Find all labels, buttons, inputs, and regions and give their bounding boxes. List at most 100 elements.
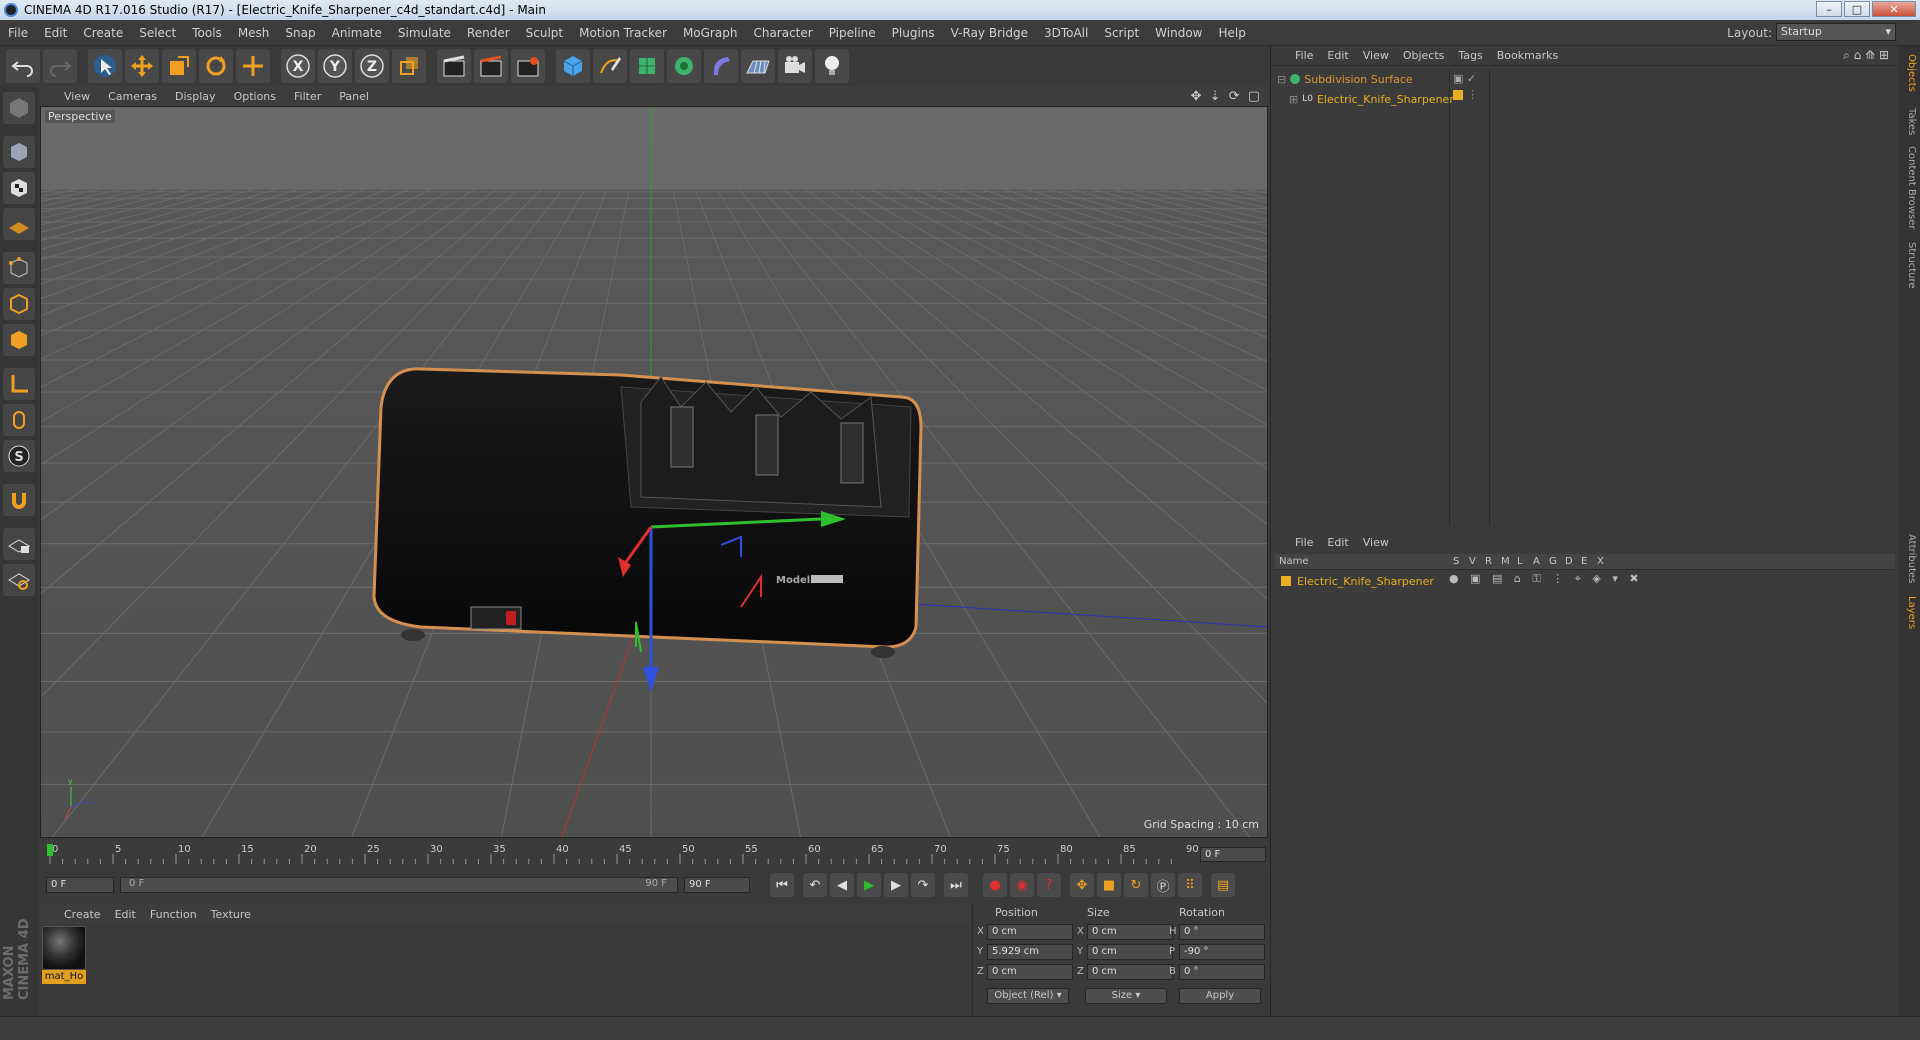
size-z-field[interactable]: 0 cm bbox=[1087, 964, 1173, 980]
play-button[interactable]: ▶ bbox=[857, 873, 881, 897]
rotation-b-field[interactable]: 0 ° bbox=[1179, 964, 1265, 980]
layer-color-icon[interactable] bbox=[1281, 576, 1291, 586]
magnet-button[interactable] bbox=[3, 484, 35, 516]
y-axis-lock-button[interactable]: Y bbox=[318, 49, 352, 83]
menu-file[interactable]: File bbox=[0, 26, 36, 40]
add-spline-button[interactable] bbox=[593, 49, 627, 83]
visibility-dots-icon[interactable]: ⋮ bbox=[1467, 88, 1478, 101]
undo-button[interactable] bbox=[6, 49, 40, 83]
add-mograph-button[interactable] bbox=[667, 49, 701, 83]
render-picture-viewer-button[interactable] bbox=[474, 49, 508, 83]
object-row-electric-knife-sharpener[interactable]: ⊞ L0 Electric_Knife_Sharpener bbox=[1289, 90, 1454, 108]
menu-pipeline[interactable]: Pipeline bbox=[821, 26, 884, 40]
menu-mograph[interactable]: MoGraph bbox=[675, 26, 746, 40]
viewport-nav-icons[interactable]: ✥ ⇣ ⟳ ▢ bbox=[1191, 89, 1262, 104]
material-menu-create[interactable]: Create bbox=[64, 908, 101, 921]
menu-create[interactable]: Create bbox=[75, 26, 131, 40]
menu-plugins[interactable]: Plugins bbox=[884, 26, 943, 40]
layers-menu-file[interactable]: File bbox=[1295, 536, 1313, 549]
menu-3dtoall[interactable]: 3DToAll bbox=[1036, 26, 1096, 40]
timeline-end-field[interactable]: 0 F bbox=[1200, 847, 1266, 862]
transform-tool-button[interactable] bbox=[236, 49, 270, 83]
preview-range-slider[interactable]: 0 F 90 F bbox=[120, 877, 678, 893]
menu-motion-tracker[interactable]: Motion Tracker bbox=[571, 26, 675, 40]
layer-color-swatch[interactable] bbox=[1453, 90, 1463, 100]
visibility-toggle-icon[interactable]: ▣ ✓ bbox=[1453, 72, 1476, 85]
make-editable-button[interactable] bbox=[3, 92, 35, 124]
edges-mode-button[interactable] bbox=[3, 288, 35, 320]
tweak-mode-button[interactable] bbox=[3, 404, 35, 436]
tab-layers[interactable]: Layers bbox=[1901, 596, 1917, 629]
go-to-start-button[interactable]: ⏮ bbox=[770, 873, 794, 897]
material-name[interactable]: mat_Ho bbox=[42, 970, 86, 984]
object-row-subdivision-surface[interactable]: ⊟ Subdivision Surface bbox=[1277, 70, 1413, 88]
viewport-menu-display[interactable]: Display bbox=[175, 90, 216, 103]
object-name-subdivision-surface[interactable]: Subdivision Surface bbox=[1304, 73, 1412, 86]
keyframe-selection-button[interactable]: ? bbox=[1037, 873, 1061, 897]
tab-content-browser[interactable]: Content Browser bbox=[1901, 146, 1917, 229]
tab-structure[interactable]: Structure bbox=[1901, 242, 1917, 289]
add-light-button[interactable] bbox=[815, 49, 849, 83]
tab-attributes[interactable]: Attributes bbox=[1901, 534, 1917, 583]
tab-objects[interactable]: Objects bbox=[1901, 54, 1917, 92]
lock-workplane-button[interactable] bbox=[3, 528, 35, 560]
menu-window[interactable]: Window bbox=[1147, 26, 1210, 40]
layout-dropdown[interactable]: Startup ▾ bbox=[1776, 23, 1896, 41]
timeline-ruler[interactable]: 0 5 10 15 20 25 30 35 40 45 50 55 60 65 70 75 80 85 90 bbox=[40, 840, 1268, 868]
timeline-window-button[interactable]: ▤ bbox=[1211, 873, 1235, 897]
position-z-field[interactable]: 0 cm bbox=[987, 964, 1073, 980]
previous-frame-button[interactable]: ◀ bbox=[830, 873, 854, 897]
model-mode-button[interactable] bbox=[3, 136, 35, 168]
next-key-button[interactable]: ↷ bbox=[911, 873, 935, 897]
viewport-menu-panel[interactable]: Panel bbox=[339, 90, 369, 103]
maximize-button[interactable]: □ bbox=[1844, 1, 1870, 17]
objects-menu-bookmarks[interactable]: Bookmarks bbox=[1497, 49, 1558, 62]
go-to-end-button[interactable]: ⏭ bbox=[944, 873, 968, 897]
menu-snap[interactable]: Snap bbox=[277, 26, 323, 40]
points-mode-button[interactable] bbox=[3, 252, 35, 284]
coordinate-mode-dropdown[interactable]: Object (Rel) ▾ bbox=[987, 988, 1069, 1004]
menu-edit[interactable]: Edit bbox=[36, 26, 75, 40]
expand-icon[interactable]: ⊞ bbox=[1289, 93, 1298, 106]
viewport-menu-cameras[interactable]: Cameras bbox=[108, 90, 157, 103]
material-menu-texture[interactable]: Texture bbox=[211, 908, 251, 921]
key-scale-button[interactable]: ■ bbox=[1097, 873, 1121, 897]
layer-name[interactable]: Electric_Knife_Sharpener bbox=[1297, 575, 1434, 588]
collapse-icon[interactable]: ⊟ bbox=[1277, 73, 1286, 86]
add-generator-button[interactable] bbox=[630, 49, 664, 83]
add-environment-button[interactable] bbox=[741, 49, 775, 83]
add-deformer-button[interactable] bbox=[704, 49, 738, 83]
size-y-field[interactable]: 0 cm bbox=[1087, 944, 1173, 960]
key-parameter-button[interactable]: Ⓟ bbox=[1151, 873, 1175, 897]
render-settings-button[interactable] bbox=[511, 49, 545, 83]
key-position-button[interactable]: ✥ bbox=[1070, 873, 1094, 897]
size-x-field[interactable]: 0 cm bbox=[1087, 924, 1173, 940]
apply-button[interactable]: Apply bbox=[1179, 988, 1261, 1004]
objects-menu-edit[interactable]: Edit bbox=[1327, 49, 1348, 62]
object-name-electric-knife-sharpener[interactable]: Electric_Knife_Sharpener bbox=[1317, 93, 1454, 106]
texture-mode-button[interactable] bbox=[3, 172, 35, 204]
3d-viewport[interactable]: Model y z Perspective Grid Spacing : 10 … bbox=[40, 106, 1268, 838]
snap-button[interactable]: S bbox=[3, 440, 35, 472]
record-keys-button[interactable]: ● bbox=[983, 873, 1007, 897]
z-axis-lock-button[interactable]: Z bbox=[355, 49, 389, 83]
next-frame-button[interactable]: ▶ bbox=[884, 873, 908, 897]
objects-menu-tags[interactable]: Tags bbox=[1458, 49, 1482, 62]
scale-tool-button[interactable] bbox=[162, 49, 196, 83]
layer-toggle-icons[interactable]: ● ▣ ▤ ⌂ ⚿ ⋮ ⌖ ◈ ▾ ✖ bbox=[1449, 572, 1643, 586]
rotation-p-field[interactable]: -90 ° bbox=[1179, 944, 1265, 960]
menu-select[interactable]: Select bbox=[131, 26, 184, 40]
live-selection-button[interactable] bbox=[88, 49, 122, 83]
menu-vray-bridge[interactable]: V-Ray Bridge bbox=[943, 26, 1036, 40]
redo-button[interactable] bbox=[43, 49, 77, 83]
render-view-button[interactable] bbox=[437, 49, 471, 83]
menu-character[interactable]: Character bbox=[745, 26, 820, 40]
tab-takes[interactable]: Takes bbox=[1901, 108, 1917, 135]
add-camera-button[interactable] bbox=[778, 49, 812, 83]
viewport-menu-options[interactable]: Options bbox=[234, 90, 276, 103]
autokey-button[interactable]: ◉ bbox=[1010, 873, 1034, 897]
x-axis-lock-button[interactable]: X bbox=[281, 49, 315, 83]
objects-menu-view[interactable]: View bbox=[1363, 49, 1389, 62]
position-y-field[interactable]: 5.929 cm bbox=[987, 944, 1073, 960]
max-frame-field[interactable]: 90 F bbox=[684, 877, 750, 893]
